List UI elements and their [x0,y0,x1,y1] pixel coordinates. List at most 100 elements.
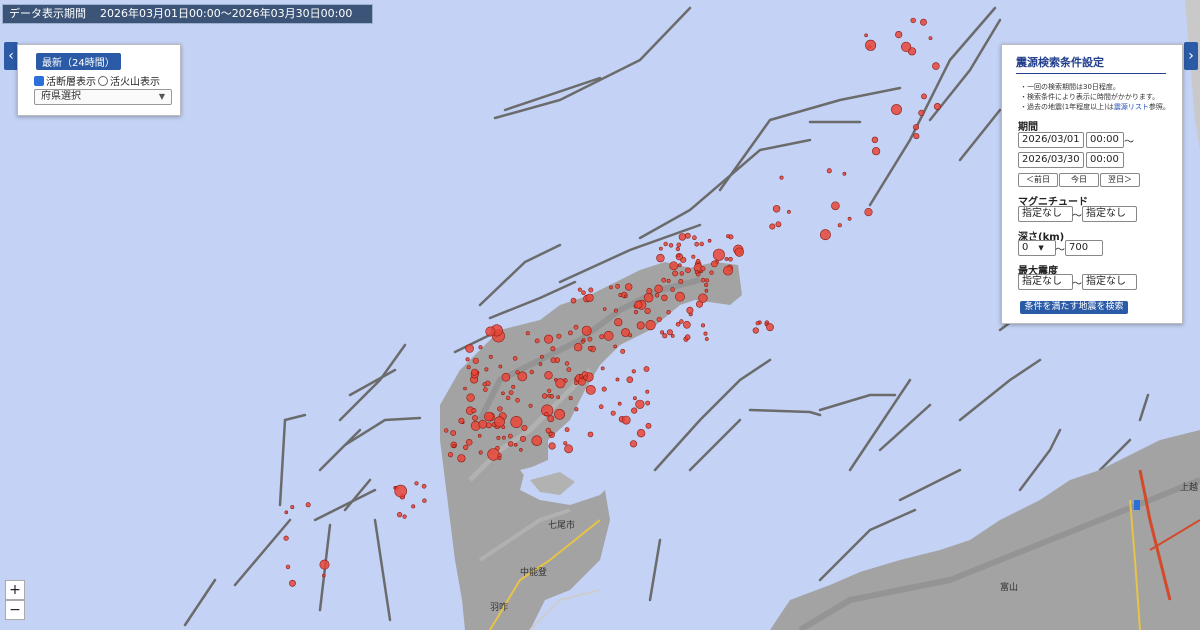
epicenter-marker[interactable] [656,316,662,322]
zoom-in-button[interactable]: + [5,580,25,600]
epicenter-marker[interactable] [414,481,419,486]
epicenter-marker[interactable] [654,293,660,298]
epicenter-marker[interactable] [472,357,479,364]
depth-max-select[interactable]: 700 [1065,240,1103,256]
epicenter-marker[interactable] [666,329,673,336]
epicenter-marker[interactable] [497,406,503,412]
epicenter-marker[interactable] [566,367,572,372]
epicenter-marker[interactable] [910,17,916,24]
epicenter-marker[interactable] [587,336,593,342]
epicenter-marker[interactable] [670,287,675,292]
epicenter-marker[interactable] [588,287,594,293]
epicenter-marker[interactable] [700,277,706,283]
epicenter-marker[interactable] [699,241,704,247]
epicenter-marker[interactable] [728,256,733,262]
epicenter-marker[interactable] [289,579,296,587]
epicenter-marker[interactable] [634,300,643,309]
epicenter-marker[interactable] [496,435,501,440]
magnitude-max-select[interactable]: 指定なし [1082,206,1137,222]
epicenter-marker[interactable] [891,104,902,115]
epicenter-marker[interactable] [528,403,533,408]
epicenter-marker[interactable] [675,291,685,302]
epicenter-marker[interactable] [676,242,682,248]
epicenter-marker[interactable] [458,417,465,424]
epicenter-marker[interactable] [726,234,730,239]
epicenter-marker[interactable] [485,326,496,337]
prev-day-button[interactable]: ＜前日 [1018,173,1058,187]
epicenter-marker[interactable] [871,147,881,156]
epicenter-marker[interactable] [703,282,709,288]
epicenter-marker[interactable] [284,510,289,515]
epicenter-marker[interactable] [585,293,594,302]
epicenter-marker[interactable] [918,109,925,116]
epicenter-marker[interactable] [871,136,879,144]
epicenter-marker[interactable] [541,393,548,399]
epicenter-marker[interactable] [694,241,700,247]
epicenter-marker[interactable] [564,361,570,366]
epicenter-marker[interactable] [581,325,592,336]
epicenter-marker[interactable] [450,430,457,436]
epicenter-marker[interactable] [574,407,579,412]
epicenter-marker[interactable] [675,246,681,252]
epicenter-marker[interactable] [676,253,681,258]
epicenter-marker[interactable] [831,201,840,211]
magnitude-min-select[interactable]: 指定なし [1018,206,1073,222]
epicenter-marker[interactable] [534,338,540,344]
epicenter-marker[interactable] [519,435,526,442]
epicenter-marker[interactable] [547,415,555,423]
epicenter-marker[interactable] [620,348,626,354]
epicenter-marker[interactable] [685,267,691,274]
epicenter-marker[interactable] [285,564,291,570]
epicenter-marker[interactable] [570,297,577,304]
epicenter-marker[interactable] [547,388,552,393]
epicenter-marker[interactable] [544,371,553,380]
epicenter-marker[interactable] [580,339,585,344]
epicenter-marker[interactable] [920,18,927,26]
epicenter-marker[interactable] [661,277,667,283]
epicenter-marker[interactable] [600,366,605,371]
epicenter-marker[interactable] [700,266,706,272]
epicenter-marker[interactable] [290,505,295,510]
epicenter-marker[interactable] [587,431,594,438]
epicenter-marker[interactable] [465,438,473,446]
epicenter-marker[interactable] [769,223,776,230]
epicenter-marker[interactable] [643,292,654,303]
quake-list-link[interactable]: 震源リスト [1114,103,1149,111]
epicenter-marker[interactable] [636,429,646,438]
epicenter-marker[interactable] [779,175,784,180]
epicenter-marker[interactable] [631,407,638,414]
epicenter-marker[interactable] [631,369,636,374]
epicenter-marker[interactable] [617,401,622,406]
epicenter-marker[interactable] [581,290,586,296]
epicenter-marker[interactable] [700,323,705,328]
epicenter-marker[interactable] [628,333,633,338]
epicenter-marker[interactable] [864,208,873,217]
epicenter-marker[interactable] [465,357,470,362]
epicenter-marker[interactable] [643,366,650,372]
epicenter-marker[interactable] [601,386,607,392]
epicenter-marker[interactable] [548,442,556,450]
epicenter-marker[interactable] [305,502,311,508]
epicenter-marker[interactable] [623,294,628,299]
epicenter-marker[interactable] [704,337,709,341]
epicenter-marker[interactable] [519,447,523,452]
epicenter-marker[interactable] [678,233,687,241]
epicenter-marker[interactable] [544,334,554,344]
epicenter-marker[interactable] [402,514,407,519]
epicenter-marker[interactable] [548,431,553,436]
epicenter-marker[interactable] [471,408,477,414]
epicenter-marker[interactable] [471,368,479,376]
epicenter-marker[interactable] [635,399,645,409]
epicenter-marker[interactable] [679,319,684,324]
volcano-toggle[interactable]: 活火山表示 [98,73,160,88]
epicenter-marker[interactable] [482,382,487,387]
epicenter-marker[interactable] [668,243,674,248]
epicenter-marker[interactable] [529,369,534,375]
end-date-input[interactable]: 2026/03/30 [1018,152,1084,168]
epicenter-marker[interactable] [501,372,511,382]
epicenter-marker[interactable] [510,415,523,428]
start-time-input[interactable]: 00:00 [1086,132,1124,148]
epicenter-marker[interactable] [913,133,920,140]
epicenter-marker[interactable] [457,454,466,463]
epicenter-marker[interactable] [613,344,618,349]
